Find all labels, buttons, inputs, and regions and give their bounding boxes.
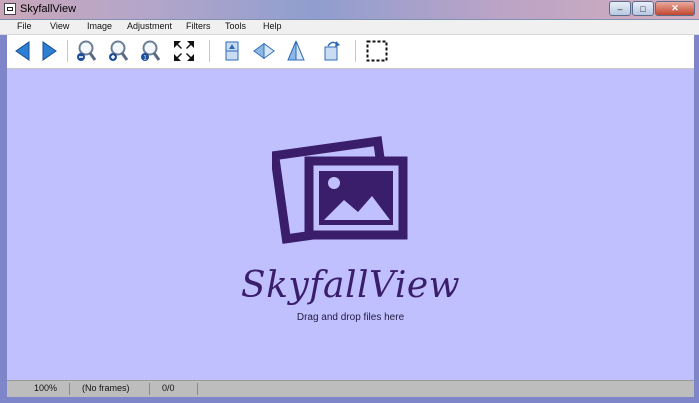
select-region-icon (366, 40, 388, 62)
toolbar: 1 (7, 35, 694, 69)
forward-button[interactable] (37, 38, 61, 64)
app-icon (4, 3, 16, 15)
mirror-icon (287, 40, 305, 61)
window-controls: – □ ✕ (608, 1, 695, 18)
toolbar-separator (355, 40, 356, 62)
window-title: SkyfallView (20, 3, 77, 15)
title-bar: SkyfallView – □ ✕ (0, 0, 699, 20)
status-bar: 100% (No frames) 0/0 (7, 380, 694, 397)
fit-screen-icon (174, 41, 194, 61)
menu-bar: File View Image Adjustment Filters Tools… (0, 20, 699, 35)
zoom-original-icon: 1 (141, 40, 161, 62)
status-frames: (No frames) (82, 383, 130, 393)
status-separator (69, 383, 70, 395)
menu-filters[interactable]: Filters (186, 21, 211, 31)
toolbar-separator (209, 40, 210, 62)
back-button[interactable] (11, 38, 35, 64)
status-separator (149, 383, 150, 395)
flip-vertical-button[interactable] (220, 38, 244, 64)
menu-image[interactable]: Image (87, 21, 112, 31)
window-frame-bottom (0, 396, 699, 403)
photo-logo-icon (272, 136, 408, 244)
flip-horizontal-icon (253, 42, 275, 60)
zoom-out-icon (77, 40, 97, 61)
status-zoom: 100% (34, 383, 58, 393)
forward-arrow-icon (42, 41, 57, 61)
drop-hint-text: Drag and drop files here (296, 312, 405, 323)
rotate-button[interactable] (320, 38, 344, 64)
zoom-in-button[interactable] (106, 38, 130, 64)
zoom-out-button[interactable] (74, 38, 98, 64)
maximize-button[interactable]: □ (632, 1, 654, 16)
flip-horizontal-button[interactable] (252, 38, 276, 64)
flip-vertical-icon (225, 41, 239, 61)
zoom-in-icon (109, 40, 129, 61)
menu-adjustment[interactable]: Adjustment (127, 21, 172, 31)
toolbar-separator (67, 40, 68, 62)
minimize-button[interactable]: – (609, 1, 631, 16)
image-drop-area[interactable]: SkyfallView Drag and drop files here (7, 69, 694, 380)
rotate-icon (324, 41, 340, 61)
menu-view[interactable]: View (50, 21, 69, 31)
close-button[interactable]: ✕ (655, 1, 695, 16)
menu-tools[interactable]: Tools (225, 21, 246, 31)
window-frame-left (0, 35, 7, 403)
select-region-button[interactable] (365, 38, 389, 64)
fit-screen-button[interactable] (172, 38, 196, 64)
brand-logotype: SkyfallView (240, 265, 461, 306)
status-position: 0/0 (162, 383, 175, 393)
window-frame-right (694, 35, 699, 403)
zoom-original-button[interactable]: 1 (138, 38, 162, 64)
mirror-button[interactable] (284, 38, 308, 64)
menu-help[interactable]: Help (263, 21, 282, 31)
back-arrow-icon (15, 41, 30, 61)
status-separator (197, 383, 198, 395)
menu-file[interactable]: File (17, 21, 32, 31)
